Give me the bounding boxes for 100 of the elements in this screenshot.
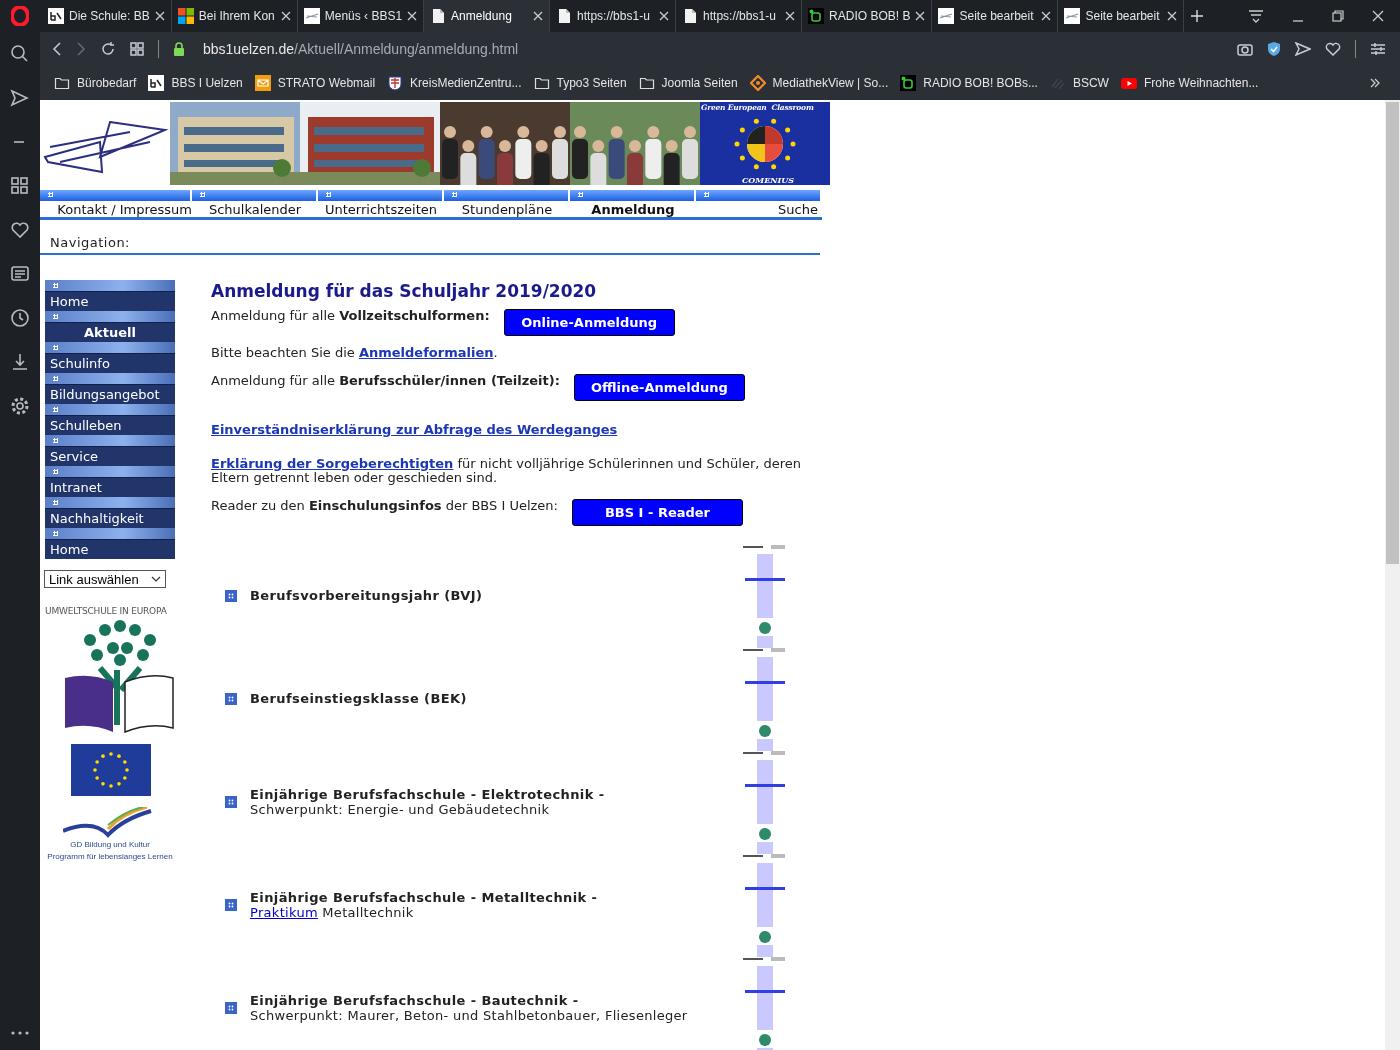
menu-item[interactable]: Schulleben (45, 415, 175, 435)
radio-favicon-icon (900, 75, 917, 91)
link[interactable]: Praktikum (250, 904, 318, 920)
bookmark[interactable]: MediathekView | So... (749, 75, 889, 91)
more-bookmarks-icon[interactable] (1370, 78, 1380, 88)
bullet-icon (225, 1001, 237, 1014)
paragraph: Reader zu den Einschulungsinfos der BBS I Uelzen: (211, 499, 558, 513)
link[interactable]: Anmeldeformalien (358, 345, 494, 360)
document-thumbnail[interactable] (743, 956, 787, 1050)
grid-icon[interactable] (10, 176, 30, 196)
address-field[interactable]: bbs1uelzen.de/Aktuell/Anmeldung/anmeldung.html (203, 41, 519, 57)
bookmark[interactable]: STRATO Webmail (254, 75, 376, 91)
diamond-icon (749, 75, 766, 91)
logo-caption: GD Bildung und Kultur (69, 839, 151, 851)
browser-tab[interactable]: Anmeldung (424, 0, 551, 32)
speed-dial-icon[interactable] (130, 42, 144, 56)
scrollbar[interactable] (1385, 100, 1400, 1050)
logo-favicon-icon (938, 8, 955, 24)
folder-icon (533, 75, 550, 91)
settings-sliders-icon[interactable] (1370, 42, 1386, 56)
close-icon[interactable] (785, 11, 796, 21)
document-thumbnail[interactable] (743, 750, 787, 854)
bookmark[interactable]: Bürobedarf (54, 75, 137, 91)
clock-icon[interactable] (10, 308, 30, 328)
forward-icon[interactable] (76, 42, 86, 56)
bookmark[interactable]: Typo3 Seiten (533, 75, 627, 91)
restore-icon[interactable] (1332, 10, 1344, 22)
heart-icon[interactable] (1325, 42, 1341, 56)
menu-item[interactable]: Bildungsangebot (45, 384, 175, 404)
course-subtitle: Schwerpunkt: Energie- und Gebäudetechnik (250, 801, 551, 817)
windows-logo-icon (177, 8, 194, 24)
menu-item[interactable]: Home (45, 291, 175, 311)
bookmark[interactable]: KreisMedienZentru... (387, 75, 522, 91)
bullet-icon (225, 589, 237, 602)
bullet-icon (225, 692, 237, 705)
send-icon[interactable] (1295, 42, 1311, 56)
close-icon[interactable] (407, 11, 418, 21)
back-icon[interactable] (52, 42, 62, 56)
course-subtitle: Schwerpunkt: Maurer, Beton- und Stahlbetonbauer, Fliesenleger (250, 1007, 688, 1023)
shield-icon[interactable] (1267, 41, 1281, 57)
close-icon[interactable] (659, 11, 670, 21)
more-icon[interactable] (10, 1030, 30, 1036)
close-icon[interactable] (915, 11, 926, 21)
button[interactable]: Offline-Anmeldung (573, 374, 745, 401)
close-icon[interactable] (154, 11, 165, 21)
menu-item[interactable]: Aktuell (45, 322, 175, 342)
reload-icon[interactable] (100, 41, 116, 57)
menu-item[interactable]: Schulinfo (45, 353, 175, 373)
scrollbar-thumb[interactable] (1386, 102, 1399, 564)
tab-menu-icon[interactable] (1248, 9, 1264, 23)
new-tab-icon[interactable] (1190, 9, 1205, 23)
nav-tab[interactable]: Stundenpläne (444, 201, 570, 217)
mail-icon (254, 75, 271, 91)
menu-item[interactable]: Nachhaltigkeit (45, 508, 175, 528)
button[interactable]: BBS I - Reader (571, 499, 743, 526)
link-select[interactable]: Link auswählen (44, 570, 166, 588)
folder-icon (638, 75, 655, 91)
button[interactable]: Online-Anmeldung (503, 309, 675, 336)
opera-logo-icon[interactable] (11, 6, 29, 26)
download-icon[interactable] (10, 352, 30, 372)
paragraph: Erklärung der Sorgeberechtigten für nicht volljährige Schülerinnen und Schüler, deren Eltern getrennt leben oder geschieden sind. (211, 457, 803, 485)
bbs-favicon-icon (148, 75, 165, 91)
close-icon[interactable] (1372, 10, 1384, 22)
bookmark[interactable]: Frohe Weihnachten... (1120, 75, 1259, 91)
page-icon (682, 8, 699, 24)
nav-tab[interactable]: Schulkalender (192, 201, 318, 217)
course-title[interactable]: Einjährige Berufsfachschule - Bautechnik - (250, 992, 688, 1008)
bookmark[interactable]: RADIO BOB! BOBs... (900, 75, 1038, 91)
camera-icon[interactable] (1237, 42, 1253, 56)
menu-item[interactable]: Service (45, 446, 175, 466)
bookmark[interactable]: BSCW (1049, 75, 1109, 91)
course-title[interactable]: Einjährige Berufsfachschule - Elektrotechnik - (250, 786, 605, 802)
course-title[interactable]: Berufseinstiegsklasse (BEK) (250, 691, 467, 706)
close-icon[interactable] (533, 11, 544, 21)
search-icon[interactable] (10, 44, 30, 64)
bookmark[interactable]: Joomla Seiten (638, 75, 738, 91)
document-thumbnail[interactable] (743, 544, 787, 648)
close-icon[interactable] (1041, 11, 1052, 21)
course-title[interactable]: Einjährige Berufsfachschule - Metalltechnik - (250, 889, 598, 905)
link[interactable]: Einverständniserklärung zur Abfrage des Werdeganges (211, 422, 618, 437)
nav-tab[interactable]: Anmeldung (570, 201, 696, 217)
send-icon[interactable] (10, 88, 30, 108)
close-icon[interactable] (1167, 11, 1178, 21)
menu-item[interactable]: Intranet (45, 477, 175, 497)
nav-tab[interactable]: Unterrichtszeiten (318, 201, 444, 217)
chevron-down-icon (151, 576, 161, 582)
heart-icon[interactable] (10, 220, 30, 240)
course-title[interactable]: Berufsvorbereitungsjahr (BVJ) (250, 588, 483, 603)
close-icon[interactable] (280, 11, 291, 21)
document-thumbnail[interactable] (743, 647, 787, 751)
menu-item[interactable]: Home (45, 539, 175, 559)
document-thumbnail[interactable] (743, 853, 787, 957)
settings-icon[interactable] (10, 396, 30, 416)
bbs-favicon-icon (48, 8, 64, 24)
paragraph: Anmeldung für alle Berufsschüler/innen (Teilzeit): (211, 374, 560, 388)
news-icon[interactable] (10, 264, 30, 284)
bookmark[interactable]: BBS I Uelzen (148, 75, 243, 91)
link[interactable]: Erklärung der Sorgeberechtigten (211, 456, 454, 471)
nav-tab[interactable]: Suche (696, 201, 822, 217)
nav-tab[interactable]: Kontakt / Impressum (40, 201, 192, 217)
